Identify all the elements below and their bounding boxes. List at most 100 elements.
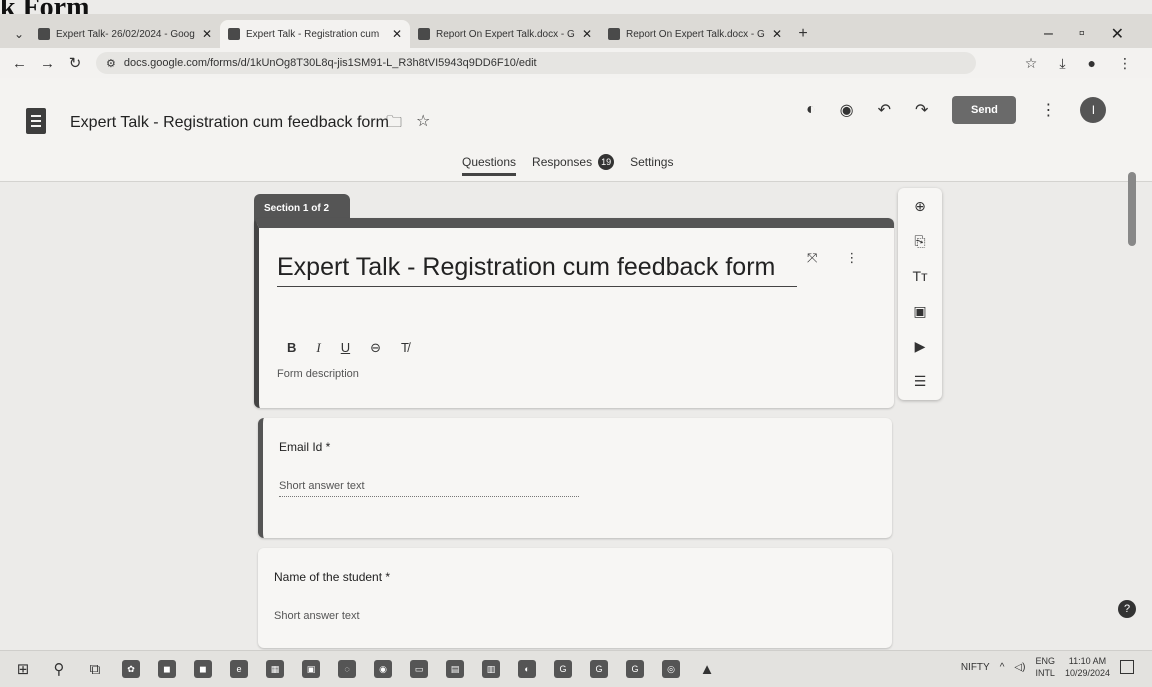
maximize-icon[interactable]: ▫	[1079, 25, 1085, 43]
tab-questions[interactable]: Questions	[462, 155, 517, 176]
link-icon[interactable]: ⊖	[370, 340, 381, 356]
help-icon[interactable]: ?	[1118, 600, 1136, 618]
browser-tab[interactable]: Expert Talk- 26/02/2024 - Goog ✕	[30, 20, 220, 48]
forms-favicon-icon	[228, 28, 240, 40]
close-window-icon[interactable]: ✕	[1111, 24, 1124, 44]
star-icon[interactable]: ☆	[416, 111, 430, 138]
header-actions: ◐ ◉ ↶ ↷ Send ⋮ I	[806, 96, 1107, 124]
question-card[interactable]: Email Id * Short answer text	[258, 418, 892, 538]
app-icon[interactable]: ▲	[698, 660, 716, 678]
window-controls: – ▫ ✕	[1044, 20, 1152, 48]
app-icon[interactable]: ▥	[482, 660, 500, 678]
more-options-icon[interactable]: ⋮	[1040, 100, 1056, 120]
address-bar-actions: ☆ ⤓ ● ⋮	[1025, 55, 1140, 72]
app-icon[interactable]: ◼	[158, 660, 176, 678]
tab-close-icon[interactable]: ✕	[582, 27, 592, 41]
search-icon[interactable]: ⚲	[50, 660, 68, 678]
scrollbar[interactable]	[1128, 172, 1136, 246]
volume-icon[interactable]: ◁)	[1014, 662, 1025, 673]
download-icon[interactable]: ⤓	[1059, 55, 1065, 72]
add-video-icon[interactable]: ▶	[910, 336, 930, 356]
address-bar-row: ← → ↻ ⚙ docs.google.com/forms/d/1kUnOg8T…	[0, 48, 1152, 78]
language-indicator[interactable]: ENG INTL	[1035, 655, 1055, 679]
collapse-section-icon[interactable]: ⤧	[807, 250, 817, 266]
short-answer-field: Short answer text	[279, 480, 579, 497]
underline-icon[interactable]: U	[341, 340, 350, 356]
italic-icon[interactable]: I	[316, 340, 320, 356]
form-document-title[interactable]: Expert Talk - Registration cum feedback …	[70, 114, 389, 132]
form-title-card[interactable]: Expert Talk - Registration cum feedback …	[254, 218, 894, 408]
app-icon[interactable]: ◐	[518, 660, 536, 678]
app-icon[interactable]: ▦	[266, 660, 284, 678]
reload-icon[interactable]: ↻	[68, 54, 82, 72]
import-questions-icon[interactable]: ⎘	[910, 231, 930, 251]
palette-icon[interactable]: ◐	[806, 101, 816, 119]
bookmark-star-icon[interactable]: ☆	[1025, 55, 1038, 72]
system-tray: NIFTY ^ ◁) ENG INTL 11:10 AM 10/29/2024	[961, 655, 1134, 679]
new-tab-icon[interactable]: +	[790, 20, 816, 48]
windows-taskbar: ⊞ ⚲ ⧉ ✿ ◼ ◼ e ▦ ▣ ◌ ◉ ▭ ▤ ▥ ◐ G G G ◎ ▲ …	[0, 650, 1152, 687]
tab-responses[interactable]: Responses 19	[532, 154, 615, 177]
form-tabs: Questions Responses 19 Settings	[462, 154, 673, 177]
chrome-profile-icon[interactable]: G	[626, 660, 644, 678]
tab-settings[interactable]: Settings	[630, 155, 673, 176]
google-forms-icon[interactable]	[26, 108, 46, 134]
move-to-folder-icon[interactable]: 🗀	[386, 111, 402, 138]
redo-icon[interactable]: ↷	[915, 100, 928, 120]
add-image-icon[interactable]: ▣	[910, 301, 930, 321]
chrome-profile-icon[interactable]: G	[590, 660, 608, 678]
browser-tab-active[interactable]: Expert Talk - Registration cum ✕	[220, 20, 410, 48]
forms-header: Expert Talk - Registration cum feedback …	[0, 78, 1152, 182]
tab-close-icon[interactable]: ✕	[772, 27, 782, 41]
app-icon[interactable]: ◌	[338, 660, 356, 678]
section-more-icon[interactable]: ⋮	[845, 250, 858, 266]
url-text: docs.google.com/forms/d/1kUnOg8T30L8q-ji…	[123, 57, 537, 69]
edge-icon[interactable]: e	[230, 660, 248, 678]
chrome-profile-icon[interactable]: G	[554, 660, 572, 678]
back-icon[interactable]: ←	[12, 55, 27, 72]
browser-tab[interactable]: Report On Expert Talk.docx - G ✕	[600, 20, 790, 48]
title-actions: 🗀 ☆	[386, 111, 430, 138]
add-title-icon[interactable]: Tт	[910, 266, 930, 286]
tab-close-icon[interactable]: ✕	[392, 27, 402, 41]
stock-ticker[interactable]: NIFTY	[961, 662, 990, 673]
app-icon[interactable]: ◎	[662, 660, 680, 678]
tab-title: Report On Expert Talk.docx - G	[626, 28, 765, 40]
url-input[interactable]: ⚙ docs.google.com/forms/d/1kUnOg8T30L8q-…	[96, 52, 976, 74]
bold-icon[interactable]: B	[287, 340, 296, 356]
form-description-field[interactable]: Form description	[277, 368, 359, 380]
notification-icon[interactable]	[1120, 660, 1134, 674]
tab-title: Report On Expert Talk.docx - G	[436, 28, 575, 40]
task-view-icon[interactable]: ⧉	[86, 660, 104, 678]
preview-eye-icon[interactable]: ◉	[840, 100, 854, 120]
card-tools: ⤧ ⋮	[807, 250, 858, 266]
send-button[interactable]: Send	[952, 96, 1017, 124]
form-title-field[interactable]: Expert Talk - Registration cum feedback …	[277, 250, 797, 287]
browser-tab[interactable]: Report On Expert Talk.docx - G ✕	[410, 20, 600, 48]
profile-icon[interactable]: ●	[1088, 55, 1096, 72]
site-info-icon[interactable]: ⚙	[106, 57, 116, 70]
clear-formatting-icon[interactable]: T̸	[401, 340, 409, 356]
tab-search-chevron-icon[interactable]: ⌄	[8, 20, 30, 48]
add-section-icon[interactable]: ☰	[910, 371, 930, 391]
minimize-icon[interactable]: –	[1044, 25, 1053, 43]
tab-close-icon[interactable]: ✕	[202, 27, 212, 41]
chevron-up-icon[interactable]: ^	[1000, 662, 1005, 673]
question-card[interactable]: Name of the student * Short answer text	[258, 548, 892, 648]
floating-toolbar: ⊕ ⎘ Tт ▣ ▶ ☰	[898, 188, 942, 400]
undo-icon[interactable]: ↶	[878, 100, 891, 120]
forward-icon[interactable]: →	[40, 55, 55, 72]
file-explorer-icon[interactable]: ▭	[410, 660, 428, 678]
windows-start-icon[interactable]: ⊞	[14, 660, 32, 678]
avatar[interactable]: I	[1080, 97, 1107, 123]
tab-title: Expert Talk - Registration cum	[246, 28, 380, 40]
app-icon[interactable]: ✿	[122, 660, 140, 678]
chrome-icon[interactable]: ◉	[374, 660, 392, 678]
app-icon[interactable]: ▣	[302, 660, 320, 678]
app-icon[interactable]: ◼	[194, 660, 212, 678]
clock[interactable]: 11:10 AM 10/29/2024	[1065, 655, 1110, 679]
browser-menu-icon[interactable]: ⋮	[1118, 55, 1132, 72]
add-question-icon[interactable]: ⊕	[910, 196, 930, 216]
app-icon[interactable]: ▤	[446, 660, 464, 678]
tab-favicon-icon	[38, 28, 50, 40]
